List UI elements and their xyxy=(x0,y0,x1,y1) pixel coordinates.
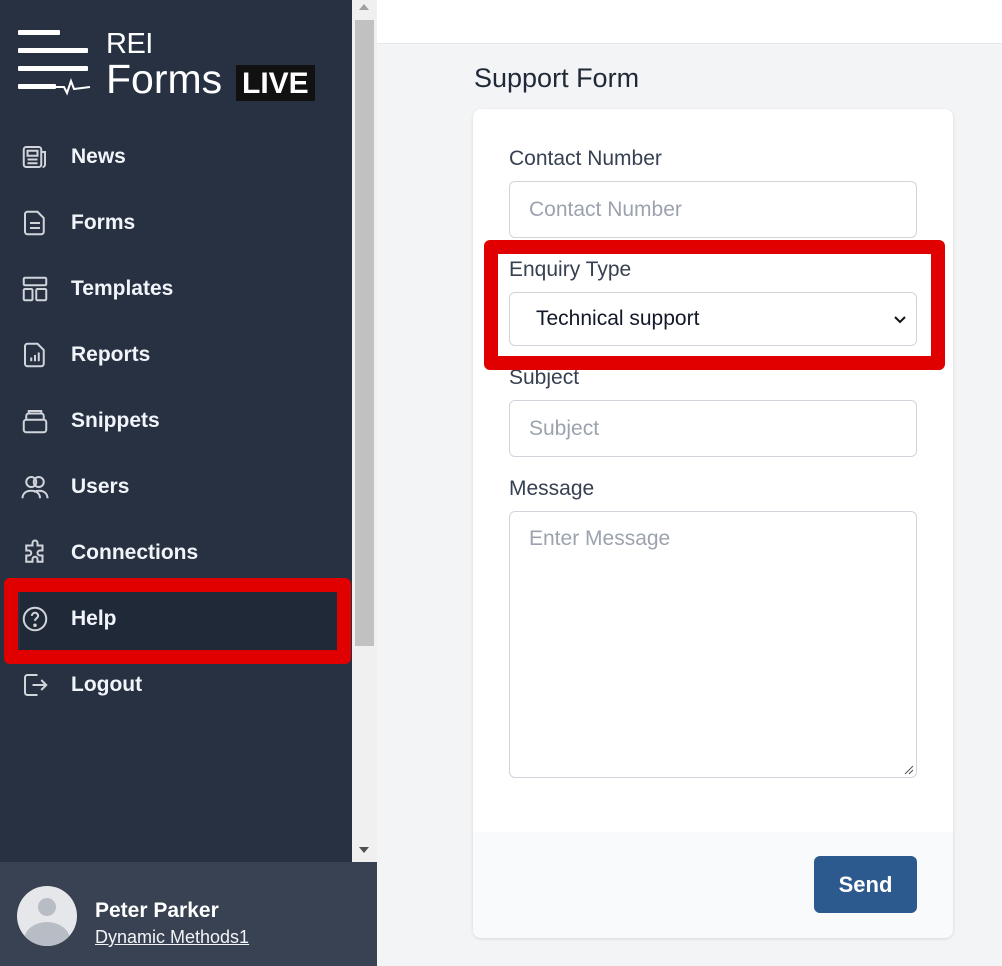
enquiry-type-value: Technical support xyxy=(536,307,700,330)
sidebar-item-label: Connections xyxy=(71,541,199,564)
top-bar xyxy=(377,0,1002,44)
help-highlight-box xyxy=(4,578,351,664)
newspaper-icon xyxy=(18,140,52,174)
template-icon xyxy=(18,272,52,306)
message-placeholder: Enter Message xyxy=(529,527,671,550)
scroll-down-icon[interactable] xyxy=(359,847,369,853)
subject-input[interactable]: Subject xyxy=(509,400,917,457)
contact-number-input[interactable]: Contact Number xyxy=(509,181,917,238)
chevron-down-icon xyxy=(894,316,906,324)
user-panel: Peter Parker Dynamic Methods1 xyxy=(0,862,377,966)
sidebar-item-connections[interactable]: Connections xyxy=(18,533,338,573)
user-org-link[interactable]: Dynamic Methods1 xyxy=(95,927,249,948)
sidebar-item-label: Reports xyxy=(71,343,151,366)
sidebar-item-label: Templates xyxy=(71,277,174,300)
subject-placeholder: Subject xyxy=(529,416,600,440)
contact-number-label: Contact Number xyxy=(509,147,662,170)
message-label: Message xyxy=(509,477,595,500)
sidebar-scrollbar[interactable] xyxy=(352,0,377,862)
sidebar-item-news[interactable]: News xyxy=(18,137,338,177)
sidebar-item-label: Forms xyxy=(71,211,136,234)
contact-number-placeholder: Contact Number xyxy=(529,197,682,221)
users-icon xyxy=(18,470,52,504)
document-icon xyxy=(18,206,52,240)
sidebar-item-label: Users xyxy=(71,475,130,498)
resize-grip-icon[interactable] xyxy=(902,763,914,775)
sidebar: REI Forms LIVE News Forms Templates Repo… xyxy=(0,0,377,966)
sidebar-item-reports[interactable]: Reports xyxy=(18,335,338,375)
scroll-thumb[interactable] xyxy=(355,20,374,646)
enquiry-type-select[interactable]: Technical support xyxy=(509,292,917,346)
brand-line2: Forms xyxy=(106,56,223,102)
avatar[interactable] xyxy=(17,886,77,946)
reiforms-live-logo[interactable]: REI Forms LIVE xyxy=(18,28,318,104)
message-textarea[interactable]: Enter Message xyxy=(509,511,917,778)
logout-icon xyxy=(18,668,52,702)
scroll-up-icon[interactable] xyxy=(359,4,369,10)
sidebar-item-templates[interactable]: Templates xyxy=(18,269,338,309)
support-form-card: Contact Number Contact Number Enquiry Ty… xyxy=(473,109,953,938)
sidebar-item-label: Logout xyxy=(71,673,143,696)
page-title: Support Form xyxy=(474,63,640,93)
stack-icon xyxy=(18,404,52,438)
sidebar-item-snippets[interactable]: Snippets xyxy=(18,401,338,441)
puzzle-icon xyxy=(18,536,52,570)
sidebar-item-users[interactable]: Users xyxy=(18,467,338,507)
sidebar-item-label: News xyxy=(71,145,126,168)
sidebar-item-label: Snippets xyxy=(71,409,160,432)
send-button[interactable]: Send xyxy=(814,856,917,913)
brand-badge: LIVE xyxy=(236,65,315,101)
sidebar-nav: REI Forms LIVE News Forms Templates Repo… xyxy=(2,0,352,862)
sidebar-item-forms[interactable]: Forms xyxy=(18,203,338,243)
sidebar-item-logout[interactable]: Logout xyxy=(18,665,338,705)
user-name: Peter Parker xyxy=(95,899,219,922)
enquiry-type-label: Enquiry Type xyxy=(509,258,632,281)
report-icon xyxy=(18,338,52,372)
subject-label: Subject xyxy=(509,366,580,389)
